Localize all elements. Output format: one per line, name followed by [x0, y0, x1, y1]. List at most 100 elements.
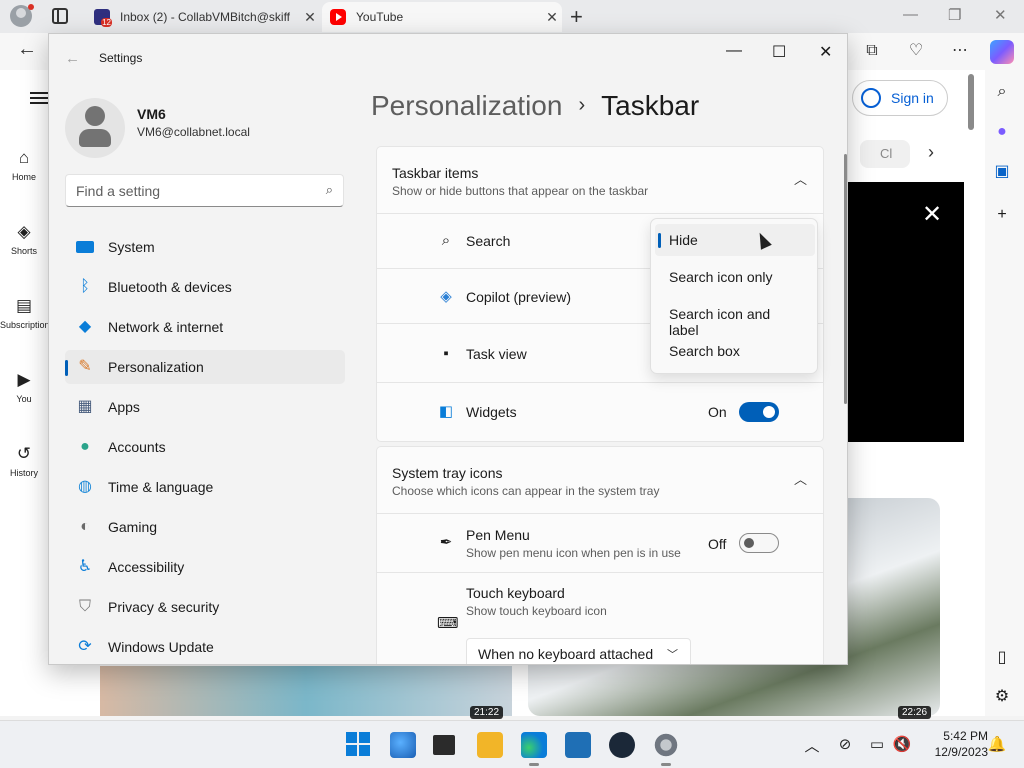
browser-tab-youtube[interactable]: YouTube ✕: [322, 2, 562, 32]
close-icon[interactable]: ✕: [922, 200, 942, 229]
copilot-sidebar-icon[interactable]: ●: [992, 122, 1012, 142]
system-icon: [75, 237, 95, 257]
hamburger-menu-icon[interactable]: [30, 92, 48, 104]
dropdown-option-icon-label[interactable]: Search icon and label: [655, 298, 815, 338]
gamepad-icon: ◐: [80, 518, 90, 535]
sidebar-item-apps[interactable]: ▦ Apps: [65, 390, 345, 424]
bluetooth-icon: ᛒ: [80, 278, 90, 295]
sidebar-item-windows-update[interactable]: ⟳ Windows Update: [65, 630, 345, 664]
row-sublabel: Show pen menu icon when pen is in use: [466, 546, 681, 560]
copilot-taskbar-icon[interactable]: [390, 732, 416, 758]
task-view-icon[interactable]: [433, 735, 455, 755]
close-icon[interactable]: ✕: [819, 42, 832, 62]
restore-icon[interactable]: ❐: [948, 6, 961, 24]
video-player[interactable]: [848, 182, 964, 442]
yt-nav-you[interactable]: ▶ You: [0, 370, 48, 404]
gear-icon[interactable]: ⚙: [992, 687, 1012, 707]
sign-in-button[interactable]: Sign in: [852, 80, 948, 116]
dropdown-option-search-box[interactable]: Search box: [655, 335, 815, 367]
sidebar-item-privacy[interactable]: ⛉ Privacy & security: [65, 590, 345, 624]
sidebar-item-label: Bluetooth & devices: [108, 279, 232, 295]
close-tab-icon[interactable]: ✕: [300, 9, 320, 26]
volume-muted-icon[interactable]: 🔇: [892, 735, 912, 753]
minimize-icon[interactable]: —: [903, 6, 918, 23]
sidebar-item-bluetooth[interactable]: ᛒ Bluetooth & devices: [65, 270, 345, 304]
maximize-icon[interactable]: ☐: [772, 42, 786, 62]
copilot-icon[interactable]: [990, 40, 1014, 64]
yt-nav-subscriptions[interactable]: ▤ Subscriptions: [0, 296, 54, 330]
sidebar-item-system[interactable]: System: [65, 230, 345, 264]
browser-essentials-icon[interactable]: ♡: [906, 41, 926, 61]
network-disconnected-icon[interactable]: ⊘: [835, 735, 855, 753]
yt-nav-history[interactable]: ↺ History: [0, 444, 48, 478]
yt-nav-shorts[interactable]: ◈ Shorts: [0, 222, 48, 256]
avatar[interactable]: [65, 98, 125, 158]
settings-taskbar-icon[interactable]: [653, 732, 679, 766]
tab-title: YouTube: [356, 10, 404, 24]
video-thumbnail[interactable]: [100, 666, 512, 716]
settings-scrollbar[interactable]: [844, 154, 847, 404]
chevron-up-icon[interactable]: ︿: [802, 735, 822, 756]
sidebar-item-time-language[interactable]: ◍ Time & language: [65, 470, 345, 504]
display-icon[interactable]: ▭: [867, 735, 887, 753]
new-tab-icon[interactable]: +: [570, 4, 583, 30]
more-menu-icon[interactable]: ⋯: [950, 41, 970, 61]
browser-tab-inbox[interactable]: Inbox (2) - CollabVMBitch@skiff ✕: [86, 2, 320, 32]
dropdown-option-hide[interactable]: Hide: [655, 224, 815, 256]
chevron-down-icon: ﹀: [667, 649, 678, 661]
you-icon: ▶: [17, 370, 31, 389]
history-icon: ↺: [16, 444, 32, 463]
browser-tab-bar: Inbox (2) - CollabVMBitch@skiff ✕ YouTub…: [0, 0, 1024, 33]
bell-icon[interactable]: 🔔: [987, 735, 1007, 753]
sidebar-item-accessibility[interactable]: ♿ Accessibility: [65, 550, 345, 584]
search-icon: ⌕: [325, 182, 333, 197]
settings-window: ← Settings — ☐ ✕ VM6 VM6@collabnet.local…: [48, 33, 848, 665]
search-icon[interactable]: ⌕: [992, 82, 1012, 102]
chevron-up-icon[interactable]: ︿: [794, 169, 807, 188]
touch-keyboard-select[interactable]: When no keyboard attached ﹀: [466, 638, 691, 664]
chevron-right-icon[interactable]: ›: [928, 142, 934, 163]
copilot-icon: ◈: [440, 288, 452, 305]
system-clock[interactable]: 5:42 PM 12/9/2023: [918, 728, 988, 760]
close-icon[interactable]: ✕: [994, 6, 1007, 24]
back-arrow-icon[interactable]: ←: [17, 38, 37, 61]
page-scrollbar[interactable]: [968, 74, 974, 130]
sidebar-item-network[interactable]: ◆ Network & internet: [65, 310, 345, 344]
sidebar-item-label: Accounts: [108, 439, 166, 455]
close-tab-icon[interactable]: ✕: [542, 9, 562, 26]
section-subtitle: Show or hide buttons that appear on the …: [392, 184, 649, 198]
chevron-up-icon[interactable]: ︿: [794, 469, 807, 488]
category-chip[interactable]: Cl: [860, 140, 910, 168]
keyboard-icon: ⌨: [437, 615, 459, 632]
sidebar-item-label: Network & internet: [108, 319, 224, 335]
apps-icon: ▦: [77, 398, 93, 415]
collections-icon[interactable]: ⧉: [862, 41, 882, 61]
minimize-icon[interactable]: —: [726, 42, 742, 60]
tab-actions-icon[interactable]: [52, 8, 68, 24]
chevron-right-icon: ›: [578, 94, 586, 116]
file-explorer-icon[interactable]: [477, 732, 503, 758]
edge-icon[interactable]: [521, 732, 547, 766]
sidebar-item-personalization[interactable]: ✎ Personalization: [65, 350, 345, 384]
page-title: Taskbar: [601, 90, 700, 121]
sidebar-item-gaming[interactable]: ◐ Gaming: [65, 510, 345, 544]
system-tray-header[interactable]: System tray icons Choose which icons can…: [376, 446, 824, 514]
store-icon[interactable]: [565, 732, 591, 758]
steam-icon[interactable]: [609, 732, 635, 758]
window-title: Settings: [99, 51, 143, 65]
start-button[interactable]: [346, 732, 372, 758]
pen-menu-toggle[interactable]: [739, 533, 779, 553]
back-arrow-icon[interactable]: ←: [65, 50, 80, 67]
select-value: When no keyboard attached: [478, 646, 654, 662]
sidebar-item-accounts[interactable]: ● Accounts: [65, 430, 345, 464]
outlook-icon[interactable]: ▣: [992, 162, 1012, 182]
section-title: System tray icons: [392, 465, 503, 481]
yt-nav-home[interactable]: ⌂ Home: [0, 148, 48, 182]
sidebar-toggle-icon[interactable]: ▯: [992, 648, 1012, 668]
taskbar-items-header[interactable]: Taskbar items Show or hide buttons that …: [376, 146, 824, 214]
add-icon[interactable]: +: [992, 205, 1012, 225]
dropdown-option-icon-only[interactable]: Search icon only: [655, 261, 815, 293]
breadcrumb-parent[interactable]: Personalization: [371, 90, 562, 121]
search-input[interactable]: Find a setting ⌕: [65, 174, 344, 207]
widgets-toggle[interactable]: [739, 402, 779, 422]
